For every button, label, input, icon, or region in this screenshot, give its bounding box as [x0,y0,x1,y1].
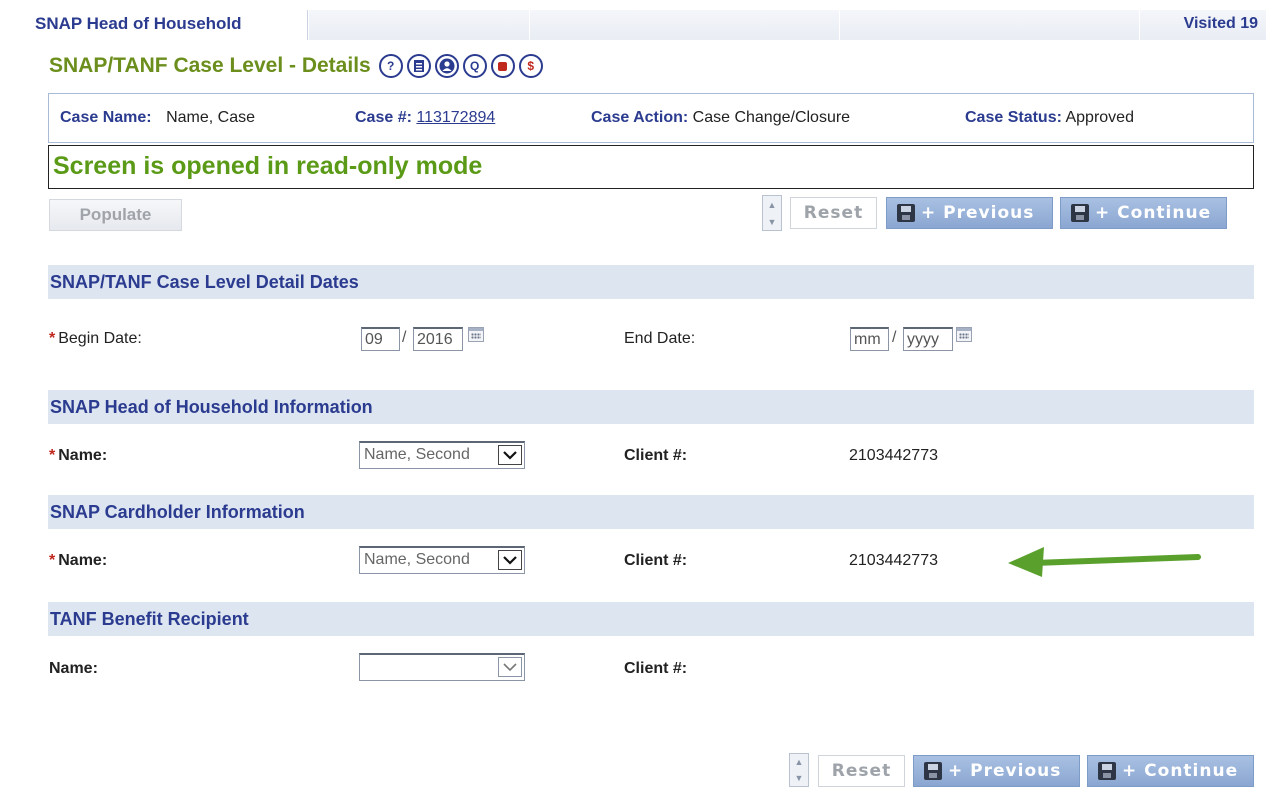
reset-button-bottom[interactable]: Reset [818,755,905,787]
begin-calendar-icon[interactable] [468,327,484,342]
case-action-value: Case Change/Closure [692,109,851,126]
date-separator: / [402,329,407,346]
spinner-down-icon: ▼ [794,773,804,783]
section-detail-dates: SNAP/TANF Case Level Detail Dates [48,265,1254,299]
spinner-down-icon: ▼ [767,216,777,227]
scroll-spinner-top[interactable]: ▲ ▼ [762,195,782,231]
section-tanf-recipient: TANF Benefit Recipient [48,602,1254,636]
spinner-up-icon: ▲ [767,199,777,210]
case-name-field: Case Name: Name, Case [60,109,255,127]
case-number-link[interactable]: 113172894 [416,109,495,126]
q-icon[interactable]: Q [462,54,487,78]
chevron-down-icon[interactable] [498,445,522,465]
tab-divider [839,10,840,40]
end-calendar-icon[interactable] [956,327,972,342]
tab-divider [529,10,530,40]
case-number-field: Case #: 113172894 [355,109,495,127]
end-year-input[interactable]: yyyy [903,327,953,351]
continue-button-label: + Continue [1095,203,1212,223]
case-name-value: Name, Case [166,109,255,126]
stop-square [498,61,508,71]
hoh-client-label: Client #: [624,447,688,464]
tanf-client-label: Client #: [624,660,688,677]
begin-date-label: * Begin Date: [49,330,142,348]
person-icon[interactable] [434,54,459,78]
reset-button-top[interactable]: Reset [790,197,877,229]
page-title: SNAP/TANF Case Level - Details ? Q $ [49,54,543,78]
save-disk-icon [897,204,915,222]
tanf-name-label: Name: [49,660,98,677]
case-number-label: Case #: [355,109,412,126]
case-name-label: Case Name: [60,109,152,126]
tab-snap-head-of-household[interactable]: SNAP Head of Household [0,10,308,40]
case-action-label: Case Action: [591,109,689,126]
stop-icon[interactable] [490,54,515,78]
page-title-text: SNAP/TANF Case Level - Details [49,54,371,77]
begin-month-input[interactable]: 09 [361,327,400,351]
save-disk-icon [924,762,942,780]
continue-button-bottom[interactable]: + Continue [1087,755,1254,787]
case-status-field: Case Status: Approved [965,109,1134,127]
tanf-name-select[interactable] [359,653,525,681]
cardholder-client-label: Client #: [624,552,688,569]
cardholder-name-select-value: Name, Second [364,551,470,568]
document-icon[interactable] [406,54,431,78]
help-icon[interactable]: ? [378,54,403,78]
previous-button-label: + Previous [948,761,1062,781]
title-icon-bar: ? Q $ [378,54,543,78]
save-disk-icon [1071,204,1089,222]
tab-strip [309,10,1266,40]
case-action-field: Case Action: Case Change/Closure [591,109,850,127]
continue-button-top[interactable]: + Continue [1060,197,1227,229]
hoh-name-label: * Name: [49,447,107,465]
previous-button-bottom[interactable]: + Previous [913,755,1080,787]
case-info-bar: Case Name: Name, Case Case #: 113172894 … [48,93,1254,143]
chevron-down-icon[interactable] [498,657,522,677]
hoh-name-select-value: Name, Second [364,446,470,463]
hoh-client-value: 2103442773 [849,447,938,464]
cardholder-name-label-text: Name: [58,552,108,569]
cardholder-name-select[interactable]: Name, Second [359,546,525,574]
case-status-value: Approved [1065,109,1134,126]
readonly-banner: Screen is opened in read-only mode [48,145,1254,189]
visited-indicator: Visited 19 [1183,15,1258,32]
spinner-up-icon: ▲ [794,757,804,767]
populate-button[interactable]: Populate [49,199,182,231]
dollar-check-icon[interactable]: $ [518,54,543,78]
tab-bar: SNAP Head of Household Visited 19 [0,10,1266,40]
save-disk-icon [1098,762,1116,780]
case-status-label: Case Status: [965,109,1062,126]
cardholder-name-label: * Name: [49,552,107,570]
required-marker: * [49,330,56,347]
begin-year-input[interactable]: 2016 [413,327,463,351]
hoh-name-label-text: Name: [58,447,108,464]
required-marker: * [49,447,56,464]
begin-date-label-text: Begin Date: [58,330,142,347]
end-month-input[interactable]: mm [850,327,889,351]
section-head-of-household: SNAP Head of Household Information [48,390,1254,424]
date-separator: / [892,329,897,346]
previous-button-label: + Previous [921,203,1035,223]
previous-button-top[interactable]: + Previous [886,197,1053,229]
hoh-name-select[interactable]: Name, Second [359,441,525,469]
annotation-arrow-icon [1008,547,1201,577]
section-cardholder: SNAP Cardholder Information [48,495,1254,529]
continue-button-label: + Continue [1122,761,1239,781]
tab-divider [1139,10,1140,40]
end-date-label: End Date: [624,330,696,347]
cardholder-client-value: 2103442773 [849,552,938,569]
scroll-spinner-bottom[interactable]: ▲ ▼ [789,753,809,787]
chevron-down-icon[interactable] [498,550,522,570]
required-marker: * [49,552,56,569]
